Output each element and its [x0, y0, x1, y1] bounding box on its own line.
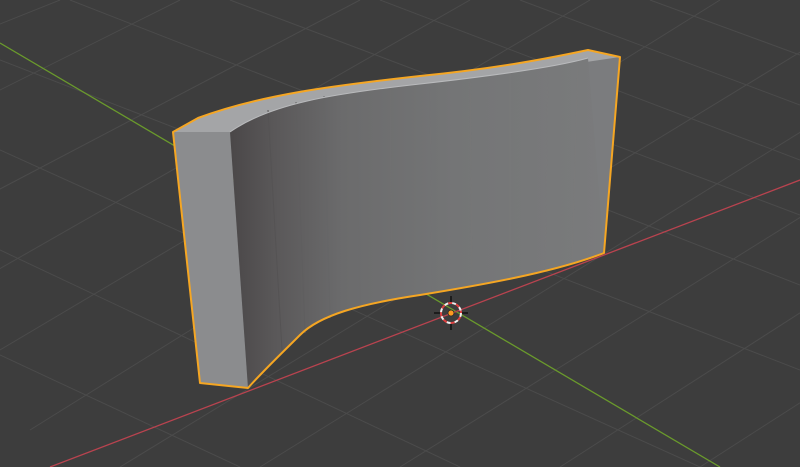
3d-viewport[interactable]: [0, 0, 800, 467]
object-origin-dot: [447, 309, 455, 317]
